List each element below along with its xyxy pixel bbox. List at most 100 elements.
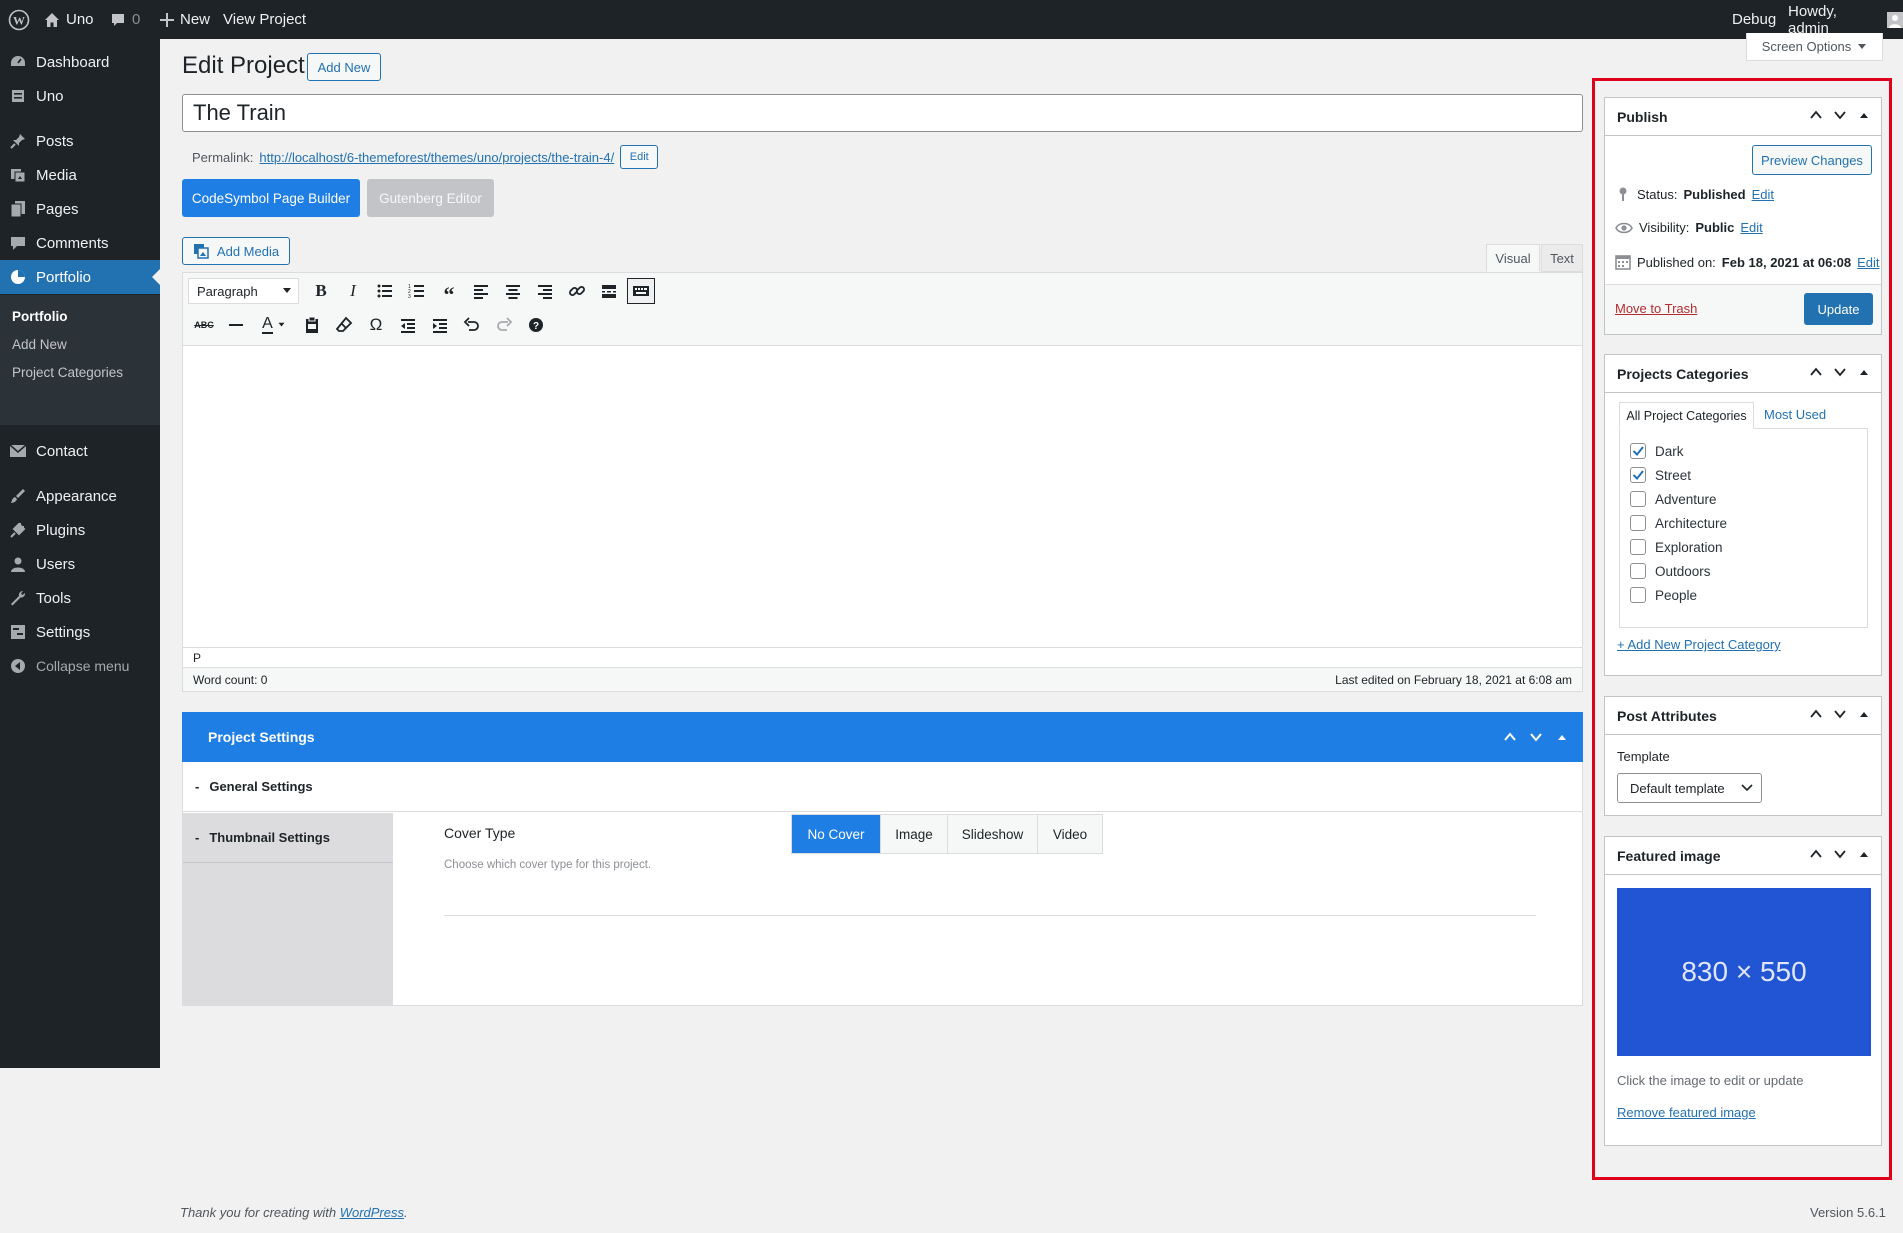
- cover-type-label: Cover Type: [444, 825, 516, 841]
- italic-icon: I: [350, 281, 356, 300]
- site-name-link[interactable]: Uno: [44, 0, 94, 39]
- align-left-icon: [474, 285, 488, 299]
- special-character-button[interactable]: Ω: [360, 311, 392, 339]
- sidebar-item-contact[interactable]: Contact: [0, 434, 160, 468]
- italic-button[interactable]: I: [337, 277, 369, 305]
- page-title: Edit Project: [182, 52, 305, 79]
- avatar: [1887, 11, 1903, 28]
- codesymbol-builder-button[interactable]: CodeSymbol Page Builder: [182, 179, 360, 217]
- outdent-button[interactable]: [392, 311, 424, 339]
- sidebar-item-tools[interactable]: Tools: [0, 581, 160, 615]
- settings-divider: [444, 915, 1536, 916]
- caret-down-icon: [278, 322, 285, 327]
- sidebar-item-uno[interactable]: Uno: [0, 79, 160, 113]
- link-icon: [569, 286, 585, 296]
- thumbnail-settings-tab[interactable]: - Thumbnail Settings: [183, 813, 393, 863]
- word-count: Word count: 0: [193, 673, 268, 687]
- toggle-panel-icon[interactable]: [1555, 730, 1569, 744]
- tab-text[interactable]: Text: [1541, 244, 1583, 272]
- pages-icon: [0, 200, 36, 218]
- editor-toolbar-row-2: ABC A Ω ?: [188, 311, 552, 339]
- svg-text:?: ?: [533, 321, 539, 332]
- bold-icon: B: [315, 281, 327, 300]
- help-button[interactable]: ?: [520, 311, 552, 339]
- comments-link[interactable]: 0: [110, 0, 140, 39]
- new-content-link[interactable]: New: [160, 0, 210, 39]
- permalink-edit-button[interactable]: Edit: [620, 145, 659, 169]
- collapse-menu-button[interactable]: Collapse menu: [0, 649, 160, 683]
- clear-formatting-button[interactable]: [328, 311, 360, 339]
- chevron-up-icon[interactable]: [1503, 730, 1517, 744]
- tab-visual[interactable]: Visual: [1486, 244, 1540, 272]
- cover-option-image[interactable]: Image: [880, 815, 947, 853]
- format-select[interactable]: Paragraph: [188, 278, 299, 304]
- wordpress-link[interactable]: WordPress: [340, 1205, 404, 1220]
- view-project-label: View Project: [223, 11, 307, 28]
- read-more-button[interactable]: [593, 277, 625, 305]
- add-media-icon: [193, 244, 209, 259]
- wordpress-logo-icon[interactable]: W: [8, 0, 30, 39]
- sidebar-item-settings[interactable]: Settings: [0, 615, 160, 649]
- tab-all-project-categories[interactable]: All Project Categories: [1619, 402, 1754, 429]
- comments-icon: [0, 234, 36, 252]
- footer-version: Version 5.6.1: [1810, 1205, 1886, 1220]
- editor-status-bar: Word count: 0 Last edited on February 18…: [183, 667, 1582, 691]
- permalink-row: Permalink: http://localhost/6-themefores…: [192, 145, 659, 169]
- wrench-icon: [0, 589, 36, 607]
- align-center-button[interactable]: [497, 277, 529, 305]
- strikethrough-button[interactable]: ABC: [188, 311, 220, 339]
- horizontal-line-button[interactable]: [220, 311, 252, 339]
- sidebar-item-dashboard[interactable]: Dashboard: [0, 45, 160, 79]
- toolbar-toggle-button[interactable]: [627, 278, 655, 304]
- insert-link-button[interactable]: [561, 277, 593, 305]
- paste-as-text-button[interactable]: [296, 311, 328, 339]
- plus-icon: [160, 12, 174, 27]
- strikethrough-icon: ABC: [194, 320, 214, 330]
- cover-option-no-cover[interactable]: No Cover: [792, 815, 880, 853]
- sidebar-item-media[interactable]: Media: [0, 158, 160, 192]
- collapse-menu-label: Collapse menu: [36, 658, 130, 674]
- screen-options-button[interactable]: Screen Options: [1746, 33, 1883, 61]
- sidebar-item-comments[interactable]: Comments: [0, 226, 160, 260]
- editor-path: P: [193, 651, 202, 665]
- sidebar-item-users[interactable]: Users: [0, 547, 160, 581]
- editor-content-area[interactable]: [183, 347, 1582, 647]
- submenu-item-project-categories[interactable]: Project Categories: [12, 365, 123, 380]
- bulleted-list-button[interactable]: [369, 277, 401, 305]
- text-color-button[interactable]: A: [252, 311, 296, 339]
- post-title-input[interactable]: [182, 94, 1583, 132]
- redo-button[interactable]: [488, 311, 520, 339]
- project-settings-header[interactable]: Project Settings: [182, 712, 1583, 762]
- general-settings-label: General Settings: [209, 779, 313, 794]
- gutenberg-editor-button[interactable]: Gutenberg Editor: [367, 179, 494, 217]
- sidebar-item-portfolio[interactable]: Portfolio: [0, 260, 160, 294]
- submenu-item-add-new[interactable]: Add New: [12, 337, 67, 352]
- undo-button[interactable]: [456, 311, 488, 339]
- chevron-down-icon[interactable]: [1529, 730, 1543, 744]
- cover-option-slideshow[interactable]: Slideshow: [947, 815, 1037, 853]
- omega-icon: Ω: [369, 315, 383, 334]
- permalink-link[interactable]: http://localhost/6-themeforest/themes/un…: [259, 150, 614, 165]
- add-media-button[interactable]: Add Media: [182, 237, 290, 265]
- add-media-label: Add Media: [216, 243, 280, 259]
- last-edited: Last edited on February 18, 2021 at 6:08…: [1335, 673, 1572, 687]
- align-left-button[interactable]: [465, 277, 497, 305]
- align-center-icon: [506, 285, 520, 299]
- submenu-item-portfolio[interactable]: Portfolio: [12, 309, 68, 324]
- blockquote-button[interactable]: “: [433, 277, 465, 306]
- permalink-label: Permalink:: [192, 149, 254, 165]
- cover-option-video[interactable]: Video: [1037, 815, 1102, 853]
- indent-button[interactable]: [424, 311, 456, 339]
- sidebar-item-posts[interactable]: Posts: [0, 124, 160, 158]
- add-new-button[interactable]: Add New: [307, 53, 381, 81]
- sidebar-item-pages[interactable]: Pages: [0, 192, 160, 226]
- view-project-link[interactable]: View Project: [223, 0, 306, 39]
- thumbnail-settings-label: Thumbnail Settings: [209, 830, 330, 845]
- bold-button[interactable]: B: [305, 277, 337, 305]
- numbered-list-button[interactable]: 123: [401, 277, 433, 305]
- sidebar-item-plugins[interactable]: Plugins: [0, 513, 160, 547]
- align-right-button[interactable]: [529, 277, 561, 305]
- admin-sidebar: Dashboard Uno Posts Media Pages Comments…: [0, 39, 160, 1068]
- sidebar-item-appearance[interactable]: Appearance: [0, 479, 160, 513]
- general-settings-tab[interactable]: - General Settings: [183, 762, 1582, 812]
